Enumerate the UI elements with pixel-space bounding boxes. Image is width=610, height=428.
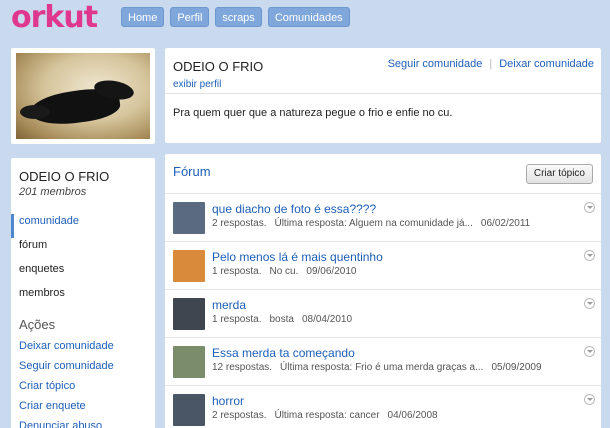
topic-replies: 1 resposta.: [212, 266, 262, 277]
header-links: Seguir comunidade | Deixar comunidade: [387, 58, 594, 70]
actions-list: Deixar comunidade Seguir comunidade Cria…: [19, 340, 114, 428]
topic-date: 05/09/2009: [491, 362, 542, 373]
topic-date: 04/06/2008: [387, 410, 438, 421]
nav-comunidades-button[interactable]: Comunidades: [267, 7, 350, 27]
view-profile-link[interactable]: exibir perfil: [173, 79, 221, 90]
forum-panel: Fórum Criar tópico que diacho de foto é …: [165, 154, 601, 428]
chevron-down-icon[interactable]: [584, 394, 595, 405]
topic-row: horror 2 respostas. Última resposta: canc…: [165, 385, 601, 428]
topic-title[interactable]: que diacho de foto é essa????: [212, 202, 376, 216]
topic-last-reply: No cu.: [269, 266, 299, 277]
topic-title[interactable]: merda: [212, 298, 246, 312]
topic-last-reply: Última resposta: cancer: [274, 410, 380, 421]
community-description: Pra quem quer que a natureza pegue o fri…: [173, 107, 453, 119]
topic-last-reply: Última resposta: Frio é uma merda graças…: [280, 362, 484, 373]
sidebar: ODEIO O FRIO 201 membros comunidade fóru…: [11, 158, 155, 428]
main-nav: Home Perfil scraps Comunidades: [121, 7, 350, 27]
action-create-topic[interactable]: Criar tópico: [19, 380, 114, 400]
topic-meta: 1 resposta. bosta 08/04/2010: [212, 314, 352, 325]
topic-date: 08/04/2010: [301, 314, 353, 325]
topic-row: Essa merda ta começando 12 respostas. Últ…: [165, 337, 601, 385]
topic-row: que diacho de foto é essa???? 2 resposta…: [165, 193, 601, 241]
forum-title[interactable]: Fórum: [173, 164, 211, 179]
topic-meta: 2 respostas. Última resposta: Alguem na c…: [212, 218, 530, 229]
sidebar-item-membros[interactable]: membros: [11, 286, 155, 310]
topic-row: merda 1 resposta. bosta 08/04/2010: [165, 289, 601, 337]
action-report-abuse[interactable]: Denunciar abuso: [19, 420, 114, 428]
topic-date: 09/06/2010: [306, 266, 357, 277]
topic-avatar[interactable]: [173, 298, 205, 330]
topic-meta: 2 respostas. Última resposta: cancer 04/06…: [212, 410, 438, 421]
community-header: ODEIO O FRIO Seguir comunidade | Deixar co…: [165, 48, 601, 143]
topic-avatar[interactable]: [173, 346, 205, 378]
follow-community-link[interactable]: Seguir comunidade: [388, 58, 483, 70]
topic-last-reply: bosta: [269, 314, 294, 325]
chevron-down-icon[interactable]: [584, 346, 595, 357]
topic-replies: 1 resposta.: [212, 314, 262, 325]
actions-heading: Ações: [19, 317, 56, 332]
sidebar-community-title: ODEIO O FRIO: [19, 169, 110, 184]
topic-last-reply: Última resposta: Alguem na comunidade já…: [274, 218, 473, 229]
community-photo[interactable]: [16, 53, 150, 139]
sidebar-item-enquetes[interactable]: enquetes: [11, 262, 155, 286]
nav-perfil-button[interactable]: Perfil: [170, 7, 210, 27]
nav-home-button[interactable]: Home: [121, 7, 165, 27]
topic-replies: 2 respostas.: [212, 218, 267, 229]
topic-replies: 2 respostas.: [212, 410, 267, 421]
action-follow-community[interactable]: Seguir comunidade: [19, 360, 114, 380]
community-title: ODEIO O FRIO: [173, 59, 264, 74]
orkut-logo[interactable]: orkut: [11, 0, 98, 35]
topic-title[interactable]: horror: [212, 394, 244, 408]
chevron-down-icon[interactable]: [584, 202, 595, 213]
leave-community-link[interactable]: Deixar comunidade: [499, 58, 594, 70]
topic-avatar[interactable]: [173, 202, 205, 234]
topic-date: 06/02/2011: [480, 218, 531, 229]
topic-title[interactable]: Essa merda ta começando: [212, 346, 355, 360]
sidebar-item-comunidade[interactable]: comunidade: [11, 214, 155, 238]
nav-scraps-button[interactable]: scraps: [215, 7, 262, 27]
sidebar-nav: comunidade fórum enquetes membros: [11, 214, 155, 310]
community-photo-panel: [11, 48, 155, 144]
action-create-poll[interactable]: Criar enquete: [19, 400, 114, 420]
topic-replies: 12 respostas.: [212, 362, 273, 373]
topic-title[interactable]: Pelo menos lá é mais quentinho: [212, 250, 383, 264]
topic-meta: 1 resposta. No cu. 09/06/2010: [212, 266, 356, 277]
topic-meta: 12 respostas. Última resposta: Frio é uma…: [212, 362, 542, 373]
member-count[interactable]: 201 membros: [19, 186, 86, 198]
topic-avatar[interactable]: [173, 250, 205, 282]
top-bar: orkut Home Perfil scraps Comunidades: [0, 0, 610, 40]
chevron-down-icon[interactable]: [584, 250, 595, 261]
topic-row: Pelo menos lá é mais quentinho 1 respost…: [165, 241, 601, 289]
action-leave-community[interactable]: Deixar comunidade: [19, 340, 114, 360]
sidebar-item-forum[interactable]: fórum: [11, 238, 155, 262]
create-topic-button[interactable]: Criar tópico: [525, 164, 593, 184]
topic-list: que diacho de foto é essa???? 2 resposta…: [165, 193, 601, 428]
chevron-down-icon[interactable]: [584, 298, 595, 309]
topic-avatar[interactable]: [173, 394, 205, 426]
header-divider: [165, 93, 601, 94]
